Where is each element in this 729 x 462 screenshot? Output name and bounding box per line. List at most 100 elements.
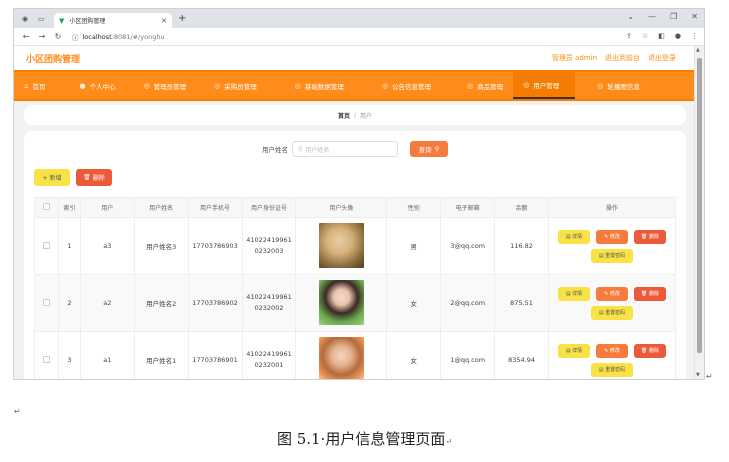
- column-header: 索引: [57, 197, 81, 218]
- detail-button[interactable]: ▤ 详情: [558, 343, 590, 358]
- cell-user: a1: [79, 331, 135, 379]
- cell-id-number: 41022419961 0232002: [241, 274, 297, 332]
- scroll-down-icon[interactable]: ▼: [696, 372, 700, 378]
- cell-index: 3: [57, 331, 81, 379]
- profile-icon[interactable]: ●: [675, 32, 681, 40]
- circle-icon: ◎: [294, 81, 301, 90]
- forward-icon[interactable]: →: [38, 32, 46, 41]
- remove-label: 删除: [648, 291, 659, 297]
- column-header: 操作: [548, 197, 676, 218]
- back-to-front-link[interactable]: 退出到前台: [605, 53, 640, 63]
- cell-gender: 男: [386, 217, 442, 275]
- tab-group-icon[interactable]: ▭: [36, 14, 46, 24]
- reset-password-button[interactable]: ▤ 重置密码: [591, 305, 633, 320]
- menu-item-carousel[interactable]: ◎ 轮播图信息: [575, 72, 650, 99]
- trash-icon: 🗑: [641, 347, 648, 354]
- screenshot-frame: ◉ ▭ ▼ 小区团购管理 ✕ + ⌄ — ❐ ✕ ← → ↻ ⓘ localho…: [13, 8, 705, 380]
- search-label: 用户姓名: [262, 146, 288, 154]
- menu-item-profile[interactable]: ● 个人中心: [55, 72, 125, 99]
- tab-search-icon[interactable]: ⌄: [627, 12, 634, 21]
- more-icon[interactable]: ⋮: [691, 32, 698, 40]
- id-part: 0232001: [254, 361, 284, 369]
- search-button[interactable]: 查询 ⚲: [410, 141, 448, 157]
- user-table: 索引 用户 用户姓名 用户手机号 用户身份证号 用户头像 性别 电子邮箱 余额 …: [34, 197, 676, 379]
- browser-tab[interactable]: ▼ 小区团购管理 ✕: [54, 13, 172, 28]
- restore-icon[interactable]: ❐: [670, 12, 677, 21]
- reset-label: 重置密码: [605, 367, 626, 373]
- menu-item-buyers[interactable]: ◎ 采购员管理: [196, 72, 267, 99]
- figure-caption: 图 5.1·用户信息管理页面↵: [0, 428, 729, 449]
- reset-password-button[interactable]: ▤ 重置密码: [591, 248, 633, 263]
- paragraph-mark-icon: ↵: [706, 372, 713, 381]
- page-scrollbar[interactable]: ▲ ▼: [694, 46, 704, 379]
- share-icon[interactable]: ⇪: [626, 32, 632, 40]
- id-part: 0232002: [254, 304, 284, 312]
- cell-gender: 女: [386, 274, 442, 332]
- delete-button[interactable]: 🗑 删除: [76, 169, 112, 186]
- menu-item-products[interactable]: ◎ 商品管理: [441, 72, 513, 99]
- column-header: 电子邮箱: [440, 197, 496, 218]
- menu-item-admins[interactable]: ◎ 管理员管理: [126, 72, 197, 99]
- detail-button[interactable]: ▤ 详情: [558, 229, 590, 244]
- remove-button[interactable]: 🗑 删除: [634, 229, 666, 244]
- scroll-up-icon[interactable]: ▲: [696, 47, 700, 53]
- menu-item-home[interactable]: ⌂ 首页: [14, 72, 55, 99]
- search-placeholder: 用户姓名: [305, 146, 330, 154]
- detail-label: 详情: [572, 234, 583, 240]
- site-info-icon[interactable]: ⓘ: [72, 32, 79, 42]
- app-logo: 小区团购管理: [26, 54, 81, 65]
- remove-label: 删除: [648, 234, 659, 240]
- delete-button-label: 删除: [92, 175, 105, 182]
- table-row: 1 a3 用户姓名3 17703786903 41022419961 023200…: [34, 217, 676, 275]
- row-checkbox[interactable]: [42, 355, 50, 363]
- select-all-checkbox[interactable]: [42, 203, 50, 210]
- remove-button[interactable]: 🗑 删除: [634, 343, 666, 358]
- action-row: + 新增 🗑 删除: [34, 169, 112, 186]
- detail-icon: ▤: [565, 290, 571, 297]
- window-controls: ⌄ — ❐ ✕: [627, 12, 698, 21]
- cell-balance: 875.51: [494, 274, 549, 332]
- row-checkbox[interactable]: [42, 298, 50, 306]
- remove-button[interactable]: 🗑 删除: [634, 286, 666, 301]
- edit-button[interactable]: ✎ 修改: [596, 229, 628, 244]
- cell-avatar: [295, 217, 388, 275]
- logout-link[interactable]: 退出登录: [648, 53, 676, 63]
- menu-label: 首页: [32, 82, 46, 91]
- menu-item-base-data[interactable]: ◎ 基础数据管理: [267, 72, 354, 99]
- sidebar-icon[interactable]: ◧: [658, 32, 665, 40]
- circle-icon: ◎: [467, 81, 474, 90]
- breadcrumb-home[interactable]: 首页: [338, 111, 350, 120]
- edit-label: 修改: [609, 348, 620, 354]
- column-header: 用户: [79, 197, 135, 218]
- id-part: 41022419961: [246, 293, 292, 301]
- reload-icon[interactable]: ↻: [54, 32, 62, 41]
- close-window-icon[interactable]: ✕: [691, 12, 698, 21]
- detail-icon: ▤: [565, 233, 571, 240]
- menu-item-notices[interactable]: ◎ 公告信息管理: [354, 72, 441, 99]
- reset-password-button[interactable]: ▤ 重置密码: [591, 362, 633, 377]
- menu-item-users[interactable]: ◎ 用户管理: [513, 72, 576, 99]
- bookmark-star-icon[interactable]: ☆: [642, 32, 648, 40]
- search-input[interactable]: ⚲ 用户姓名: [292, 141, 398, 157]
- add-button[interactable]: + 新增: [34, 169, 70, 186]
- cell-phone: 17703786902: [187, 274, 243, 332]
- paragraph-mark-icon: ↵: [445, 437, 453, 446]
- column-header: 余额: [494, 197, 549, 218]
- content-panel: 用户姓名 ⚲ 用户姓名 查询 ⚲ + 新增 🗑 删除 索引 用户 用户姓名 用户…: [24, 131, 686, 379]
- new-tab-icon[interactable]: +: [178, 13, 186, 24]
- minimize-icon[interactable]: —: [648, 12, 656, 21]
- tab-title: 小区团购管理: [69, 18, 106, 25]
- row-checkbox[interactable]: [42, 241, 50, 249]
- chrome-menu-icon[interactable]: ◉: [20, 14, 30, 24]
- close-tab-icon[interactable]: ✕: [161, 17, 167, 25]
- address-actions: ⇪ ☆ ◧ ● ⋮: [626, 32, 698, 40]
- menu-label: 轮播图信息: [607, 82, 640, 91]
- user-icon: ●: [79, 81, 86, 90]
- edit-button[interactable]: ✎ 修改: [596, 286, 628, 301]
- select-all-header[interactable]: [34, 197, 59, 218]
- scrollbar-thumb[interactable]: [697, 58, 702, 353]
- url-field[interactable]: ⓘ localhost:8081/#/yonghu: [72, 32, 165, 42]
- back-icon[interactable]: ←: [22, 32, 30, 41]
- edit-button[interactable]: ✎ 修改: [596, 343, 628, 358]
- detail-button[interactable]: ▤ 详情: [558, 286, 590, 301]
